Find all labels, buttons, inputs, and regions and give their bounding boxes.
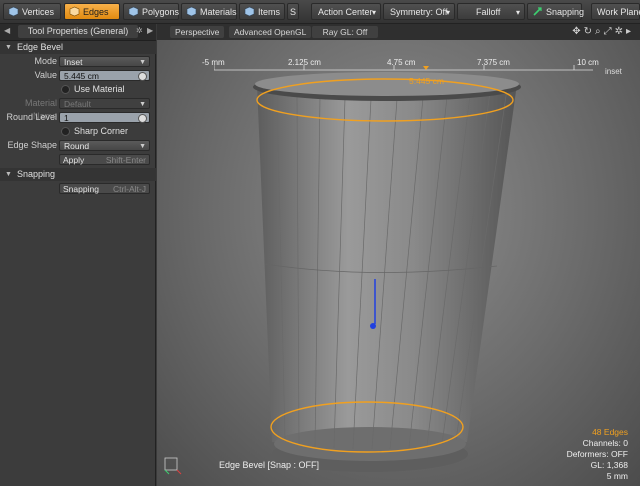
- snapping-button[interactable]: Snapping: [527, 3, 585, 20]
- chevron-down-icon: ▼: [139, 101, 146, 108]
- chevron-down-icon: ▼: [139, 143, 146, 150]
- action-center-label: Action Center: [318, 7, 373, 17]
- snapping-command-button[interactable]: Snapping Ctrl-Alt-J: [59, 183, 150, 194]
- materials-button[interactable]: Materials: [181, 3, 237, 20]
- edges-label: Edges: [83, 7, 109, 17]
- value-label: Value: [34, 70, 57, 80]
- vertices-icon: [8, 6, 19, 17]
- snapping-command-label: Snapping: [63, 184, 99, 194]
- ruler-marker-icon: [423, 66, 429, 70]
- cup-mesh[interactable]: [157, 24, 640, 486]
- cup-body: [257, 84, 517, 442]
- vertices-button[interactable]: Vertices: [3, 3, 61, 20]
- s-button[interactable]: S: [287, 3, 299, 20]
- chevron-down-icon: ▼: [139, 59, 146, 66]
- symmetry-dropdown[interactable]: Symmetry: Off ▾: [383, 3, 455, 20]
- items-button[interactable]: Items: [239, 3, 285, 20]
- ruler-tick-4: 10 cm: [577, 58, 599, 67]
- tool-status: Edge Bevel [Snap : OFF]: [219, 460, 320, 470]
- panel-title[interactable]: Tool Properties (General): [18, 25, 138, 38]
- handle-dot: [370, 323, 376, 329]
- s-label: S: [290, 7, 297, 17]
- mode-value: Inset: [64, 57, 83, 67]
- polygons-button[interactable]: Polygons: [123, 3, 179, 20]
- ruler-tick-1: 2.125 cm: [288, 58, 321, 67]
- round-level-input[interactable]: 1: [59, 112, 150, 123]
- work-plane-label: Work Plane: [597, 7, 640, 17]
- material-name-value: Default: [64, 99, 91, 109]
- edge-bevel-section[interactable]: ▼ Edge Bevel: [0, 41, 156, 54]
- edge-count: 48 Edges: [592, 427, 628, 437]
- ruler-unit: inset: [605, 67, 622, 76]
- tool-properties-panel: ◀ Tool Properties (General) ✲ ▶ ▼ Edge B…: [0, 24, 156, 486]
- mode-label: Mode: [34, 56, 57, 66]
- gear-icon[interactable]: ✲: [136, 26, 143, 35]
- chevron-right-icon[interactable]: ▶: [147, 26, 153, 35]
- grid-scale: 5 mm: [606, 471, 628, 481]
- gl-count: GL: 1,368: [590, 460, 628, 470]
- collapse-triangle-icon: ▼: [5, 171, 12, 178]
- polygons-icon: [128, 6, 139, 17]
- action-center-dropdown[interactable]: Action Center ▾: [311, 3, 381, 20]
- section-title: Snapping: [17, 169, 56, 179]
- apply-label: Apply: [63, 155, 85, 165]
- apply-shortcut: Shift-Enter: [105, 155, 146, 165]
- snapping-label: Snapping: [546, 7, 585, 17]
- apply-button[interactable]: Apply Shift-Enter: [59, 154, 150, 165]
- axis-orientation-icon: [164, 457, 182, 475]
- slider-knob-icon[interactable]: [138, 114, 147, 123]
- value-input[interactable]: 5.445 cm: [59, 70, 150, 81]
- channels-count: Channels: 0: [582, 438, 628, 448]
- edge-shape-label: Edge Shape: [7, 140, 57, 150]
- round-level-value: 1: [64, 113, 69, 123]
- material-name-dropdown[interactable]: Default ▼: [59, 98, 150, 109]
- slider-knob-icon[interactable]: [138, 72, 147, 81]
- main-toolbar: Vertices Edges Polygons Materials Items …: [0, 0, 640, 24]
- sharp-corner-checkbox[interactable]: [61, 127, 70, 136]
- edges-icon: [69, 6, 80, 17]
- chevron-down-icon: ▾: [371, 8, 376, 17]
- work-plane-button[interactable]: Work Plane: [591, 3, 640, 20]
- use-material-checkbox[interactable]: [61, 85, 70, 94]
- falloff-label: Falloff: [476, 7, 501, 17]
- panel-tab-header: ◀ Tool Properties (General) ✲ ▶: [0, 24, 156, 41]
- materials-icon: [186, 6, 197, 17]
- vertices-label: Vertices: [22, 7, 55, 17]
- mode-dropdown[interactable]: Inset ▼: [59, 56, 150, 67]
- snapping-shortcut: Ctrl-Alt-J: [112, 184, 146, 194]
- sharp-corner-label: Sharp Corner: [74, 126, 129, 136]
- value-text: 5.445 cm: [64, 71, 99, 81]
- polygons-label: Polygons: [142, 7, 180, 17]
- collapse-triangle-icon: ▼: [5, 44, 12, 51]
- snapping-section[interactable]: ▼ Snapping: [0, 168, 156, 181]
- symmetry-label: Symmetry: Off: [390, 7, 448, 17]
- materials-label: Materials: [200, 7, 237, 17]
- section-title: Edge Bevel: [17, 42, 64, 52]
- chevron-down-icon: ▾: [445, 8, 450, 17]
- 3d-viewport[interactable]: Perspective Advanced OpenGL Ray GL: Off …: [157, 24, 640, 486]
- round-level-label: Round Level: [6, 112, 57, 122]
- edges-button[interactable]: Edges: [64, 3, 120, 20]
- chevron-down-icon: ▾: [515, 8, 520, 17]
- edge-shape-dropdown[interactable]: Round ▼: [59, 140, 150, 151]
- use-material-label: Use Material: [74, 84, 125, 94]
- chevron-left-icon[interactable]: ◀: [4, 26, 10, 35]
- snapping-icon: [533, 7, 542, 16]
- items-label: Items: [258, 7, 281, 17]
- falloff-dropdown[interactable]: Falloff ▾: [457, 3, 525, 20]
- viewport-stats: 48 Edges Channels: 0 Deformers: OFF GL: …: [567, 427, 628, 482]
- edge-shape-value: Round: [64, 141, 90, 151]
- ruler-current-value: 5.445 cm: [409, 76, 444, 86]
- ruler-tick-2: 4.75 cm: [387, 58, 416, 67]
- ruler-tick-0: -5 mm: [202, 58, 225, 67]
- ruler-tick-3: 7.375 cm: [477, 58, 510, 67]
- deformers-status: Deformers: OFF: [566, 449, 628, 459]
- items-icon: [244, 6, 255, 17]
